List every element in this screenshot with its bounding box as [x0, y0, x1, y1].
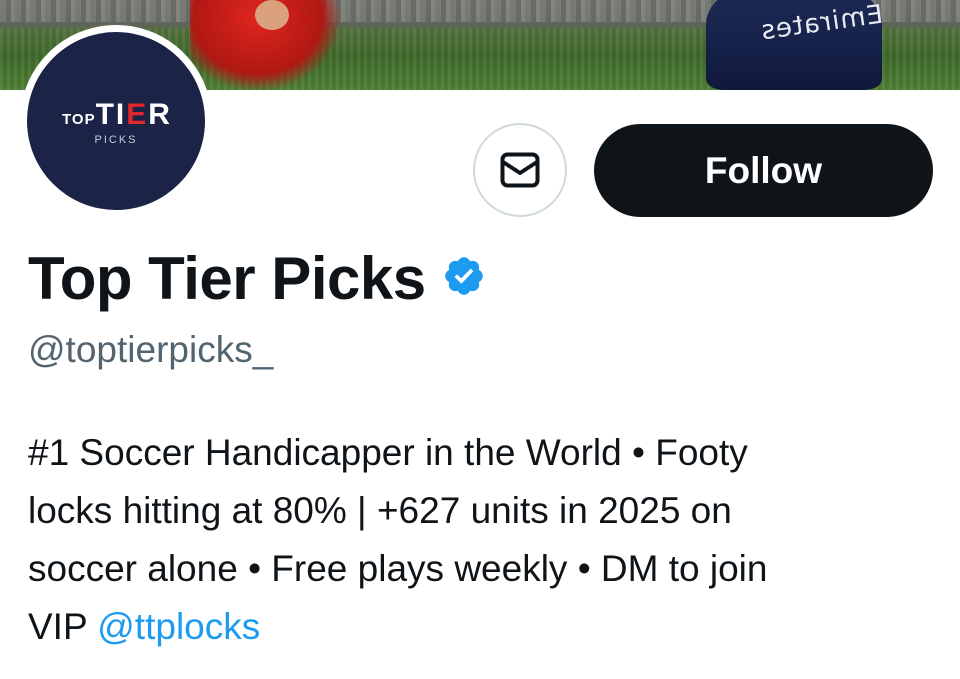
logo-tier-b: R [148, 98, 172, 131]
display-name: Top Tier Picks [28, 245, 426, 312]
bio-last-prefix: VIP [28, 606, 98, 647]
logo-top-text: TOP [62, 111, 96, 128]
name-row: Top Tier Picks [28, 244, 486, 314]
profile-bio: #1 Soccer Handicapper in the World • Foo… [28, 424, 938, 656]
bio-line: #1 Soccer Handicapper in the World • Foo… [28, 432, 748, 473]
bio-mention-link[interactable]: @ttplocks [97, 606, 260, 647]
logo-sub-text: PICKS [94, 134, 138, 146]
message-button[interactable] [473, 123, 567, 217]
logo-tier-text: TIER [96, 98, 172, 131]
logo-tier-a: TI [95, 98, 127, 131]
avatar-logo: TOPTIER [39, 98, 195, 132]
profile-handle: @toptierpicks_ [28, 329, 274, 370]
bio-line-last: VIP @ttplocks [28, 598, 938, 656]
verified-badge-icon[interactable] [442, 254, 486, 298]
bio-line: soccer alone • Free plays weekly • DM to… [28, 548, 768, 589]
follow-button[interactable]: Follow [594, 124, 933, 217]
envelope-icon [500, 152, 540, 188]
logo-tier-red: E [126, 98, 149, 131]
banner-player-arm [255, 0, 289, 30]
bio-line: locks hitting at 80% | +627 units in 202… [28, 490, 732, 531]
profile-page: Emirates TOPTIER PICKS Follow Top Tier P… [0, 0, 960, 679]
avatar[interactable]: TOPTIER PICKS [27, 32, 205, 210]
